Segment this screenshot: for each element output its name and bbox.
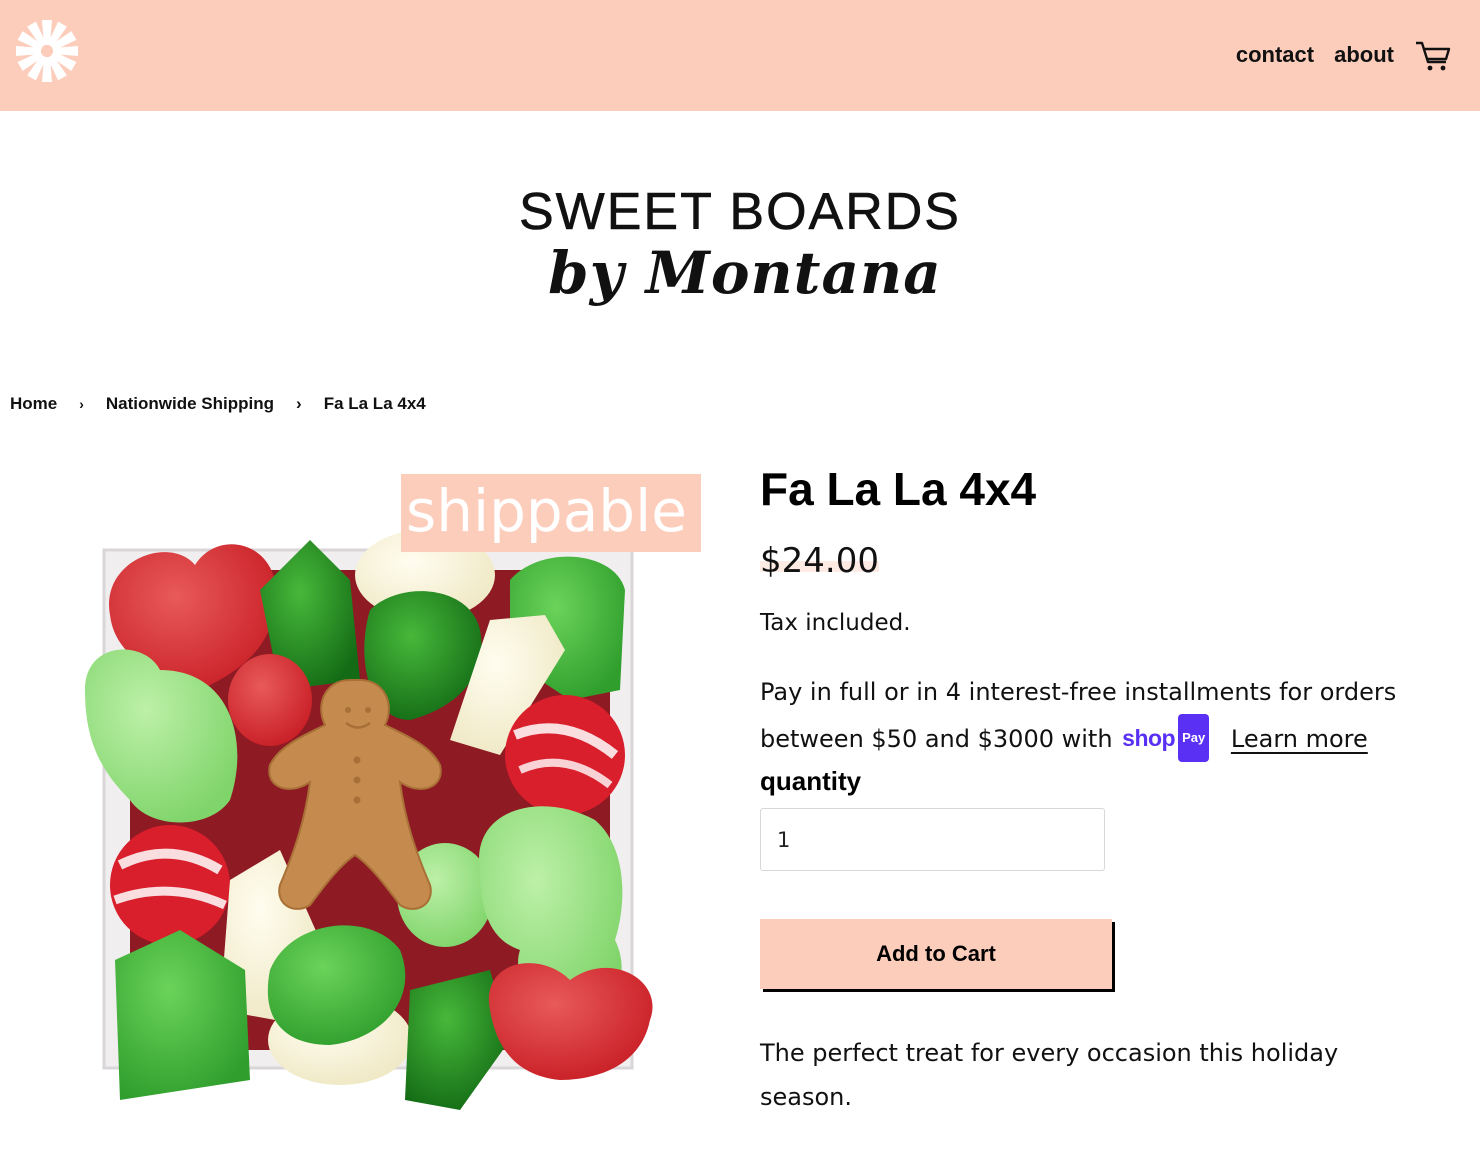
site-header: contact about <box>0 0 1480 111</box>
breadcrumb-home[interactable]: Home <box>10 394 57 414</box>
installments-message: Pay in full or in 4 interest-free instal… <box>760 670 1450 766</box>
product-title: Fa La La 4x4 <box>760 463 1037 515</box>
candy-box <box>85 530 653 1110</box>
brand-subtitle: by Montana <box>548 239 942 307</box>
main-nav: contact about <box>1236 42 1394 68</box>
nav-about-link[interactable]: about <box>1334 42 1394 68</box>
product-description: The perfect treat for every occasion thi… <box>760 1039 1339 1111</box>
breadcrumb: Home › Nationwide Shipping › Fa La La 4x… <box>10 394 426 414</box>
shop-pay-shop-text: shop <box>1122 725 1176 751</box>
quantity-label: quantity <box>760 766 862 796</box>
shippable-badge: shippable <box>401 474 701 552</box>
pinwheel-logo-icon[interactable] <box>14 18 80 84</box>
nav-contact-link[interactable]: contact <box>1236 42 1314 68</box>
add-to-cart-button[interactable]: Add to Cart <box>760 919 1112 989</box>
product-price: $24.00 <box>760 541 879 581</box>
shop-pay-logo-icon: shop Pay <box>1122 714 1210 762</box>
shop-pay-badge: Pay <box>1178 714 1210 762</box>
shopping-cart-icon[interactable] <box>1414 40 1452 72</box>
quantity-input[interactable] <box>760 808 1105 871</box>
learn-more-link[interactable]: Learn more <box>1231 725 1368 753</box>
breadcrumb-current: Fa La La 4x4 <box>323 394 426 413</box>
product-image[interactable] <box>70 520 690 1130</box>
brand-logo[interactable]: SWEET BOARDS by Montana <box>0 182 1480 306</box>
breadcrumb-nationwide-shipping[interactable]: Nationwide Shipping <box>106 394 274 414</box>
product-info: Fa La La 4x4 $24.00 Tax included. Pay in… <box>760 460 1460 1119</box>
tax-note: Tax included. <box>760 610 911 636</box>
breadcrumb-separator: › <box>79 396 84 412</box>
breadcrumb-separator: › <box>296 394 302 413</box>
brand-title: SWEET BOARDS <box>518 183 961 242</box>
